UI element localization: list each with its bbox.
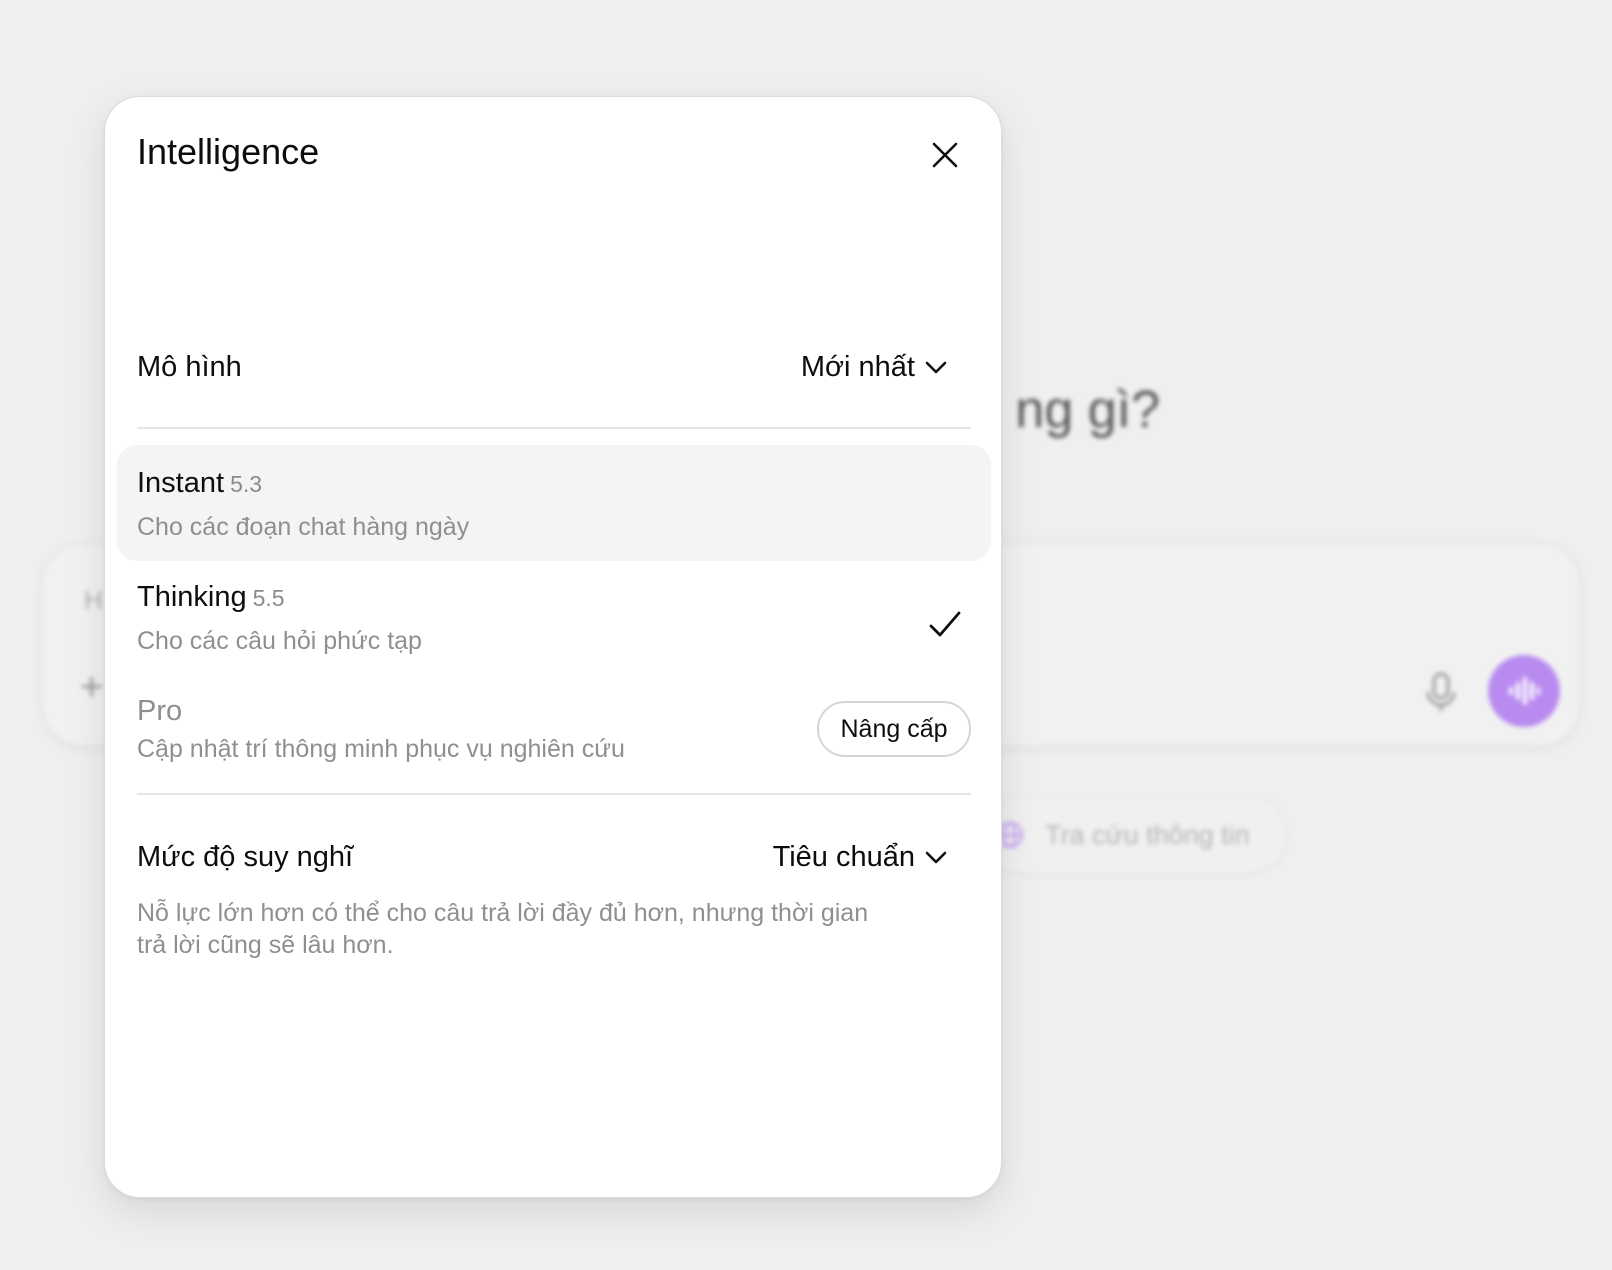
- option-title: Thinking 5.5: [137, 581, 285, 614]
- option-version: 5.5: [252, 585, 285, 611]
- option-title: Instant 5.3: [137, 467, 262, 500]
- thinking-effort-description: Nỗ lực lớn hơn có thể cho câu trả lời đầ…: [137, 899, 869, 959]
- model-option-instant[interactable]: Instant 5.3 Cho các đoạn chat hàng ngày: [117, 445, 991, 561]
- option-name: Instant: [137, 467, 225, 499]
- model-option-thinking[interactable]: Thinking 5.5 Cho các câu hỏi phức tạp: [117, 561, 991, 665]
- upgrade-button[interactable]: Nâng cấp: [817, 701, 971, 757]
- option-name: Thinking: [137, 581, 247, 613]
- model-dropdown[interactable]: Mới nhất: [801, 351, 947, 384]
- intelligence-dialog: Intelligence Mô hình Mới nhất Instant 5.3…: [104, 96, 1002, 1198]
- option-version: 5.3: [230, 471, 263, 497]
- plus-icon: +: [80, 665, 104, 709]
- close-button[interactable]: [923, 133, 967, 177]
- dialog-title: Intelligence: [137, 131, 320, 172]
- model-label: Mô hình: [137, 351, 242, 383]
- divider: [137, 427, 971, 429]
- chevron-down-icon: [925, 851, 947, 863]
- chevron-down-icon: [925, 361, 947, 373]
- divider: [137, 793, 971, 795]
- thinking-effort-dropdown[interactable]: Tiêu chuẩn: [773, 841, 947, 874]
- thinking-effort-label: Mức độ suy nghĩ: [137, 841, 354, 873]
- option-name: Pro: [137, 695, 183, 727]
- option-description: Cho các câu hỏi phức tạp: [137, 627, 422, 655]
- microphone-icon: [1426, 672, 1456, 711]
- option-description: Cho các đoạn chat hàng ngày: [137, 513, 470, 541]
- voice-waveform-icon: [1509, 677, 1540, 705]
- search-chip: Tra cứu thông tin: [985, 798, 1285, 872]
- check-icon: [929, 611, 961, 637]
- search-chip-label: Tra cứu thông tin: [1045, 819, 1250, 850]
- close-icon: [932, 142, 958, 168]
- composer-placeholder: H: [84, 585, 103, 615]
- thinking-effort-value: Tiêu chuẩn: [772, 841, 915, 873]
- option-description: Cập nhật trí thông minh phục vụ nghiên c…: [137, 735, 625, 763]
- voice-mode-button: [1488, 655, 1560, 727]
- model-dropdown-value: Mới nhất: [800, 351, 915, 383]
